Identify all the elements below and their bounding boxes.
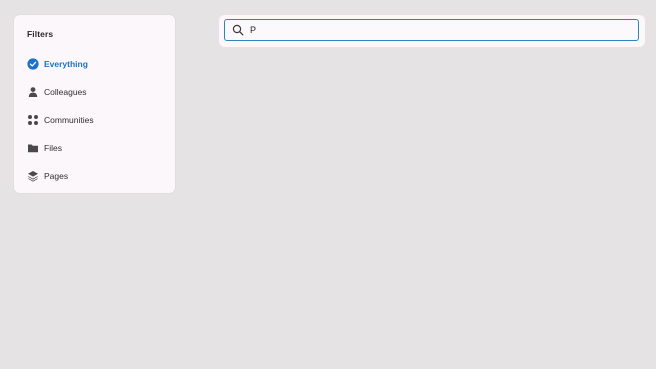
- search-input[interactable]: [250, 25, 630, 35]
- filter-item-colleagues[interactable]: Colleagues: [27, 85, 87, 99]
- filter-item-everything[interactable]: Everything: [27, 57, 88, 71]
- person-icon: [27, 86, 39, 98]
- filter-item-communities[interactable]: Communities: [27, 113, 94, 127]
- filters-title: Filters: [27, 29, 54, 39]
- layers-icon: [27, 170, 39, 182]
- search-card: [219, 15, 645, 47]
- communities-icon: [27, 114, 39, 126]
- search-icon: [232, 24, 244, 36]
- filter-item-pages[interactable]: Pages: [27, 169, 68, 183]
- check-circle-icon: [27, 58, 39, 70]
- filters-panel: Filters Everything Colleagues Communitie…: [14, 15, 175, 193]
- filter-label-pages: Pages: [44, 171, 69, 181]
- filter-label-everything: Everything: [44, 59, 88, 69]
- filter-label-files: Files: [44, 143, 62, 153]
- filter-label-communities: Communities: [44, 115, 94, 125]
- folder-icon: [27, 142, 39, 154]
- filter-item-files[interactable]: Files: [27, 141, 62, 155]
- search-box[interactable]: [224, 19, 639, 41]
- filter-label-colleagues: Colleagues: [44, 87, 87, 97]
